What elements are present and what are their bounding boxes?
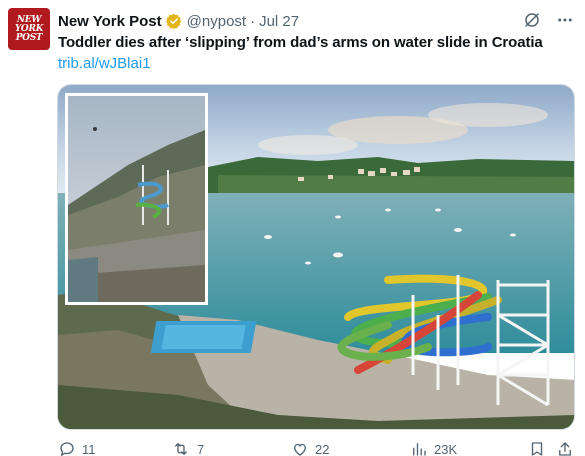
reply-icon <box>60 442 74 456</box>
account-name[interactable]: New York Post <box>58 13 162 30</box>
more-options-icon[interactable] <box>555 11 575 29</box>
retweet-count: 7 <box>197 441 205 456</box>
share-button[interactable] <box>556 440 574 456</box>
heart-icon <box>294 443 306 456</box>
avatar-line-3: POST <box>15 32 43 43</box>
views-count: 23K <box>434 441 458 456</box>
separator-dot: · <box>250 12 256 30</box>
account-handle[interactable]: @nypost <box>187 13 246 30</box>
reply-button[interactable]: 11 <box>58 440 96 456</box>
tweet-header: New York Post @nypost · Jul 27 <box>58 11 299 31</box>
tweet-link[interactable]: trib.al/wJBlai1 <box>58 55 151 72</box>
share-icon <box>559 442 571 456</box>
bookmark-icon <box>531 442 543 456</box>
avatar[interactable]: NEW YORK POST <box>8 8 50 50</box>
views-icon <box>413 443 426 456</box>
verified-badge-icon <box>165 13 181 29</box>
like-count: 22 <box>315 441 330 456</box>
like-button[interactable]: 22 <box>291 440 329 456</box>
views-button[interactable]: 23K <box>410 440 457 456</box>
tweet-actions: 11 7 22 23K <box>58 440 578 456</box>
tweet-media-image[interactable] <box>57 84 575 430</box>
retweet-button[interactable]: 7 <box>171 440 204 456</box>
tweet-top-icons <box>523 11 575 29</box>
water-park-photo <box>58 85 574 429</box>
reply-count: 11 <box>82 441 96 456</box>
tweet-text: Toddler dies after ‘slipping’ from dad’s… <box>58 34 543 51</box>
retweet-icon <box>175 443 187 455</box>
bookmark-button[interactable] <box>528 440 546 456</box>
tweet-date[interactable]: Jul 27 <box>259 13 299 30</box>
grok-icon[interactable] <box>523 11 541 29</box>
